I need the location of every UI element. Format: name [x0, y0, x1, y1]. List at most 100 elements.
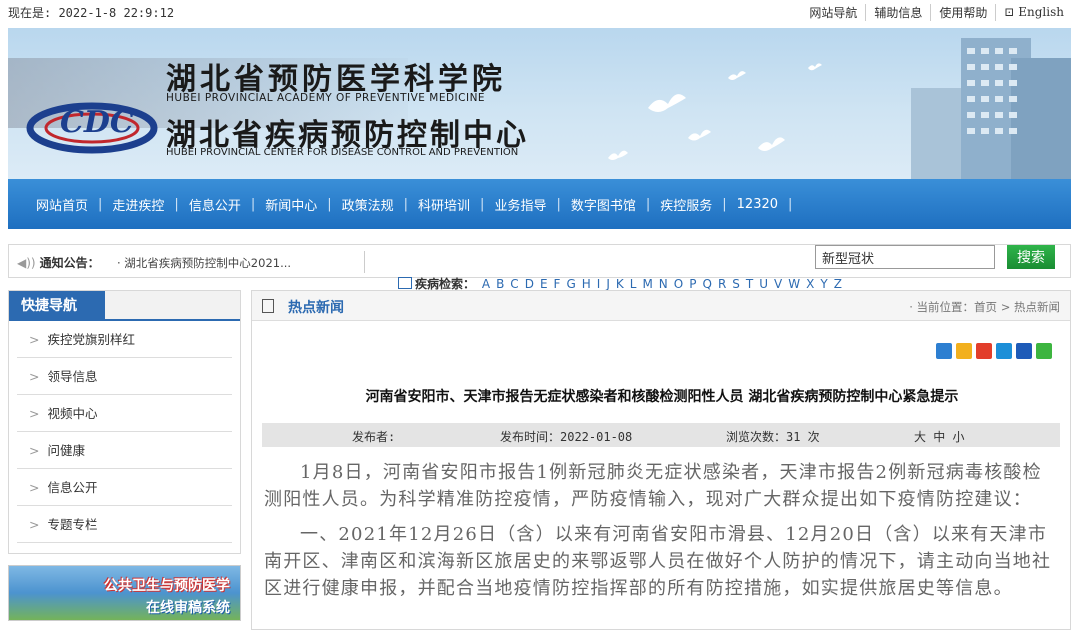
article-paragraph: 一、2021年12月26日（含）以来有河南省安阳市滑县、12月20日（含）以来有… — [264, 524, 1052, 599]
quick-nav-item[interactable]: > 专题专栏 — [17, 506, 232, 543]
disease-search-label: 疾病检索： — [415, 277, 476, 291]
nav-info-public[interactable]: 信息公开 — [179, 195, 251, 214]
search-input[interactable] — [815, 245, 995, 269]
letter-link[interactable]: T — [746, 277, 753, 291]
meta-views: 浏览次数：31 次 — [726, 430, 820, 444]
letter-link[interactable]: Z — [834, 277, 842, 291]
article-meta: 发布者: 发布时间：2022-01-08 浏览次数：31 次 大 中 小 — [262, 423, 1060, 447]
disease-letters: ABCDEFGHIJKLMNOPQRSTUVWXYZ — [479, 277, 845, 291]
quick-nav-label: 视频中心 — [47, 406, 98, 421]
share-tqq-icon[interactable] — [996, 343, 1012, 359]
letter-link[interactable]: H — [582, 277, 591, 291]
quick-nav-label: 问健康 — [47, 443, 85, 458]
letter-link[interactable]: O — [674, 277, 683, 291]
review-banner-line2: 在线审稿系统 — [146, 600, 230, 616]
nav-guidance[interactable]: 业务指导 — [484, 195, 556, 214]
share-wechat-icon[interactable] — [1036, 343, 1052, 359]
section-title: 热点新闻 — [288, 300, 344, 316]
speaker-icon: ◀)) — [17, 256, 36, 270]
notice-bar: ◀))通知公告： · 湖北省疾病预防控制中心2021... 搜索 — [8, 244, 1071, 278]
letter-link[interactable]: E — [540, 277, 548, 291]
search-button[interactable]: 搜索 — [1007, 245, 1055, 269]
content-header: 热点新闻 · 当前位置：首页 > 热点新闻 — [252, 291, 1070, 321]
current-datetime: 现在是: 2022-1-8 22:9:12 — [8, 5, 175, 20]
top-bar: 现在是: 2022-1-8 22:9:12 网站导航 辅助信息 使用帮助 ⊡ E… — [0, 0, 1080, 24]
nav-news[interactable]: 新闻中心 — [255, 195, 327, 214]
letter-link[interactable]: I — [597, 277, 601, 291]
building-illustration-icon — [911, 38, 1071, 179]
english-link[interactable]: ⊡ English — [996, 5, 1072, 19]
nav-research[interactable]: 科研培训 — [408, 195, 480, 214]
quick-nav-item[interactable]: > 信息公开 — [17, 469, 232, 506]
article-title: 河南省安阳市、天津市报告无症状感染者和核酸检测阳性人员 湖北省疾病预防控制中心紧… — [365, 389, 959, 405]
edit-icon — [398, 277, 412, 289]
letter-link[interactable]: N — [659, 277, 668, 291]
quick-nav-label: 疾控党旗别样红 — [47, 332, 135, 347]
letter-link[interactable]: S — [732, 277, 740, 291]
chevron-right-icon: > — [29, 443, 40, 458]
nav-hotline[interactable]: 12320 — [727, 197, 788, 212]
chevron-right-icon: > — [29, 406, 40, 421]
letter-link[interactable]: G — [566, 277, 575, 291]
quick-nav-label: 领导信息 — [47, 369, 98, 384]
review-system-banner[interactable]: 公共卫生与预防医学 在线审稿系统 — [8, 565, 241, 621]
letter-link[interactable]: L — [630, 277, 637, 291]
quick-nav-item[interactable]: > 疾控党旗别样红 — [17, 321, 232, 358]
quick-nav-panel: 快捷导航 > 疾控党旗别样红 > 领导信息 > 视频中心 > 问健康 > 信息公开 > 专题… — [8, 290, 241, 554]
letter-link[interactable]: W — [788, 277, 800, 291]
nav-separator: | — [788, 196, 793, 212]
meta-publisher: 发布者: — [352, 430, 396, 444]
letter-link[interactable]: F — [554, 277, 561, 291]
chevron-right-icon: > — [29, 369, 40, 384]
top-links: 网站导航 辅助信息 使用帮助 ⊡ English — [801, 3, 1072, 21]
doves-decoration-icon — [608, 63, 822, 160]
font-size-switcher[interactable]: 大 中 小 — [914, 428, 964, 445]
letter-link[interactable]: C — [510, 277, 518, 291]
letter-link[interactable]: V — [774, 277, 782, 291]
quick-nav-item[interactable]: > 视频中心 — [17, 395, 232, 432]
letter-link[interactable]: B — [496, 277, 504, 291]
english-label: English — [1018, 5, 1064, 19]
notice-item[interactable]: · 湖北省疾病预防控制中心2021... — [117, 255, 291, 271]
quick-nav-item[interactable]: > 领导信息 — [17, 358, 232, 395]
document-icon — [262, 299, 274, 313]
letter-link[interactable]: M — [642, 277, 652, 291]
letter-link[interactable]: U — [759, 277, 768, 291]
share-qzone-icon[interactable] — [956, 343, 972, 359]
letter-link[interactable]: R — [718, 277, 726, 291]
article-paragraph: 1月8日，河南省安阳市报告1例新冠肺炎无症状感染者，天津市报告2例新冠病毒核酸检… — [264, 462, 1042, 510]
letter-link[interactable]: D — [525, 277, 534, 291]
cdc-logo-icon: CDC — [26, 102, 158, 154]
main-nav: 网站首页 | 走进疾控 | 信息公开 | 新闻中心 | 政策法规 | 科研培训 | 业务指导… — [8, 179, 1071, 229]
aux-info-link[interactable]: 辅助信息 — [866, 3, 932, 21]
site-nav-link[interactable]: 网站导航 — [801, 3, 867, 21]
letter-link[interactable]: X — [806, 277, 814, 291]
nav-library[interactable]: 数字图书馆 — [561, 195, 646, 214]
english-flag-icon: ⊡ — [1004, 5, 1015, 19]
letter-link[interactable]: A — [482, 277, 490, 291]
cdc-name-en: HUBEI PROVINCIAL CENTER FOR DISEASE CONT… — [166, 147, 519, 158]
nav-services[interactable]: 疾控服务 — [650, 195, 722, 214]
help-link[interactable]: 使用帮助 — [931, 3, 997, 21]
quick-nav-list: > 疾控党旗别样红 > 领导信息 > 视频中心 > 问健康 > 信息公开 > 专题专栏 — [9, 321, 240, 543]
share-weibo-icon[interactable] — [976, 343, 992, 359]
academy-name-en: HUBEI PROVINCIAL ACADEMY OF PREVENTIVE M… — [166, 92, 486, 104]
letter-link[interactable]: K — [616, 277, 624, 291]
letter-link[interactable]: P — [689, 277, 696, 291]
share-renren-icon[interactable] — [1016, 343, 1032, 359]
nav-home[interactable]: 网站首页 — [26, 195, 98, 214]
letter-link[interactable]: J — [606, 277, 610, 291]
letter-link[interactable]: Q — [702, 277, 711, 291]
quick-nav-label: 信息公开 — [47, 480, 98, 495]
share-bar — [936, 343, 1052, 359]
chevron-right-icon: > — [29, 517, 40, 532]
main-content: 热点新闻 · 当前位置：首页 > 热点新闻 河南省安阳市、天津市报告无症状感染者… — [251, 290, 1071, 630]
breadcrumb: · 当前位置：首页 > 热点新闻 — [909, 300, 1060, 314]
share-plus-icon[interactable] — [936, 343, 952, 359]
chevron-right-icon: > — [29, 480, 40, 495]
quick-nav-item[interactable]: > 问健康 — [17, 432, 232, 469]
header-banner: CDC 湖北省预防医学科学院 HUBEI PROVINCIAL ACADEMY … — [8, 28, 1071, 179]
nav-policy[interactable]: 政策法规 — [332, 195, 404, 214]
letter-link[interactable]: Y — [820, 277, 827, 291]
nav-about[interactable]: 走进疾控 — [102, 195, 174, 214]
